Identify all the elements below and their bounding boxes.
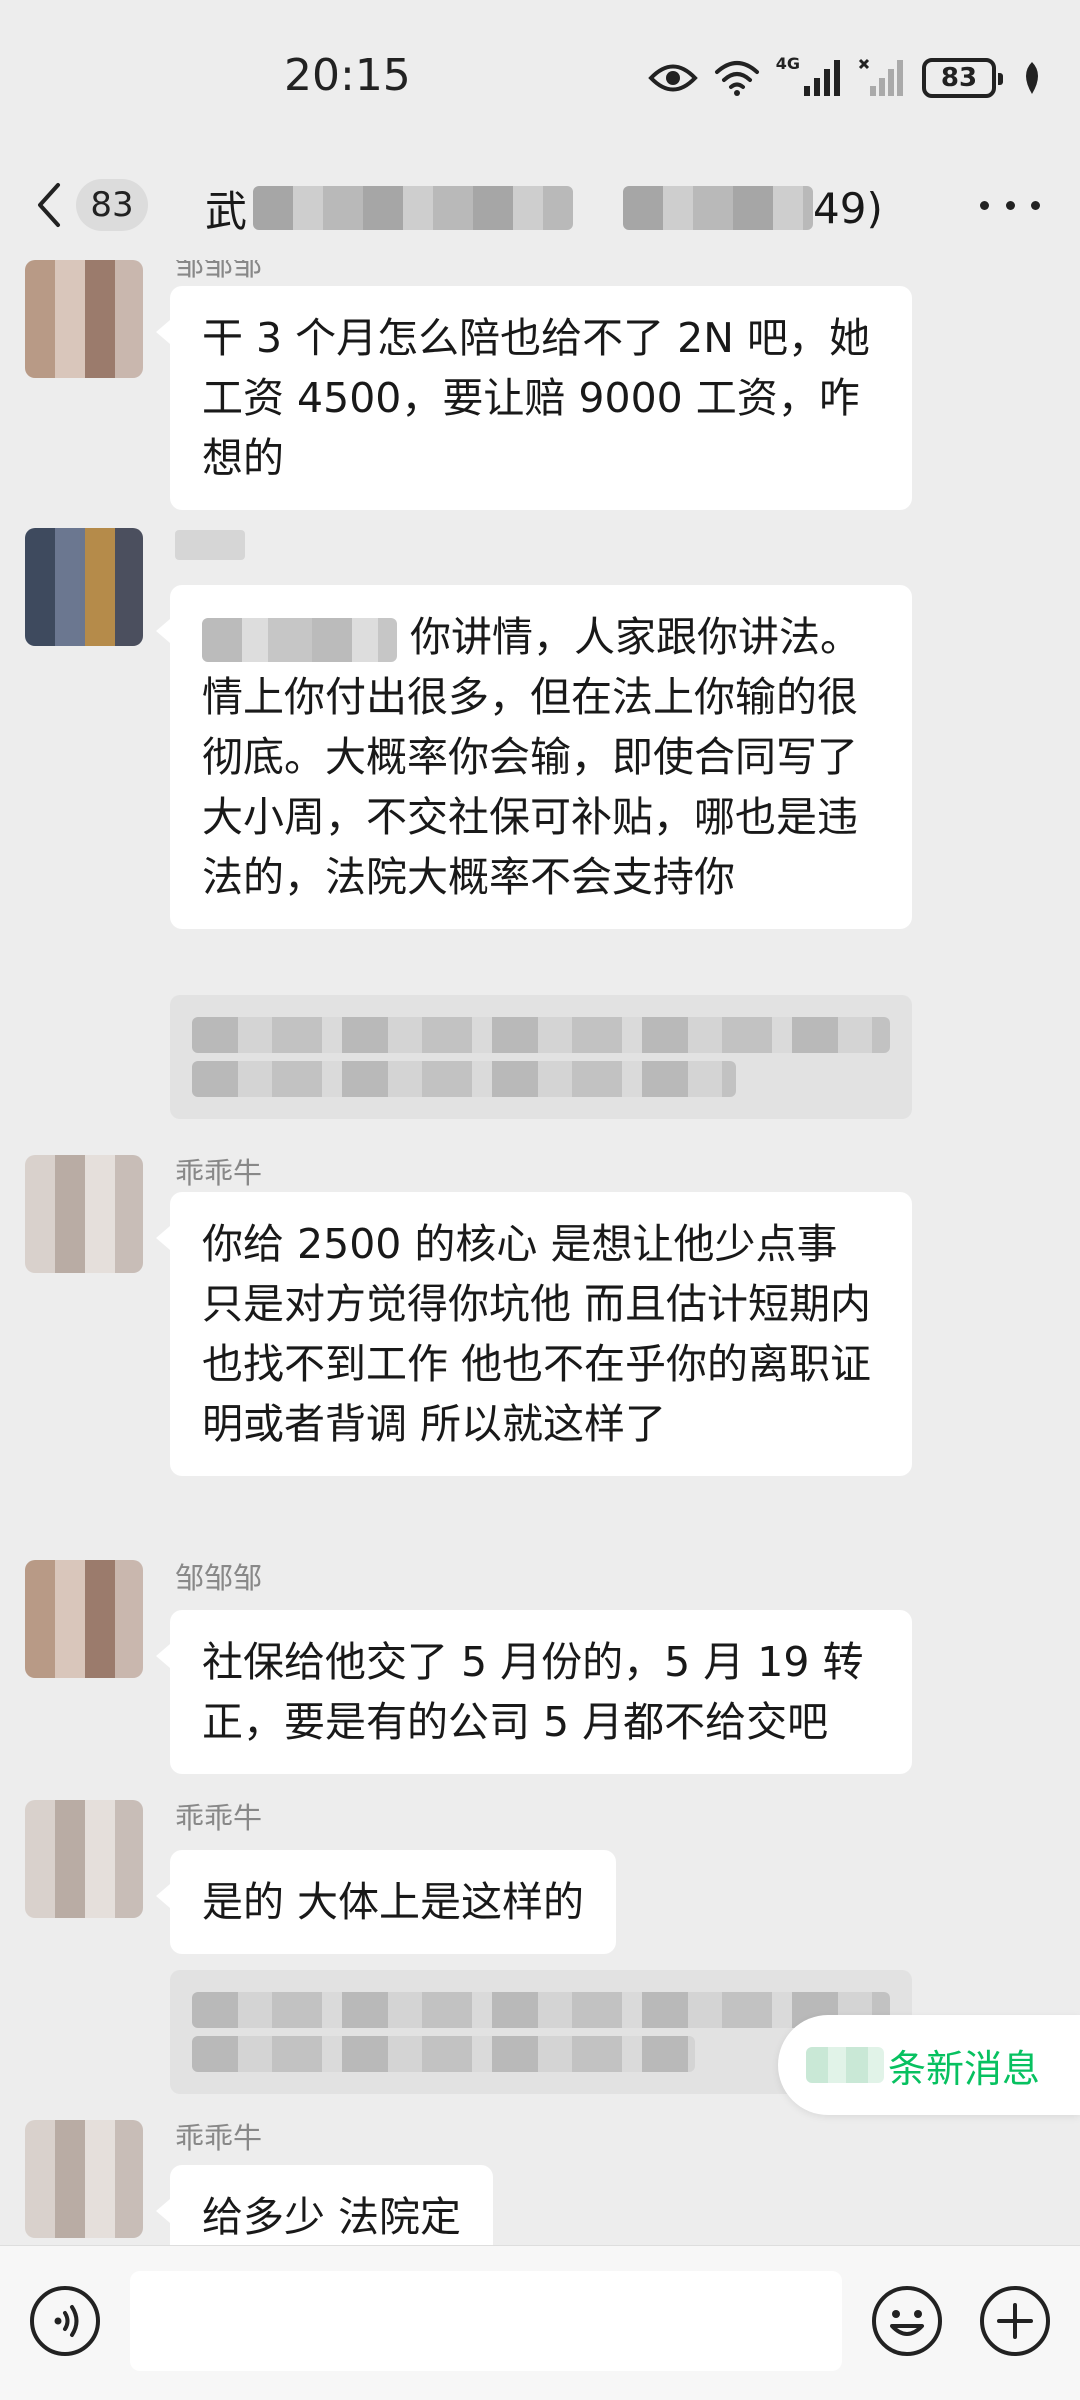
message-list[interactable]: 邹邹邹 干 3 个月怎么陪也给不了 2N 吧，她工资 4500，要让赔 9000… xyxy=(0,260,1080,2245)
avatar[interactable] xyxy=(25,1560,143,1678)
status-time: 20:15 xyxy=(284,50,411,101)
redacted-mention xyxy=(202,618,397,662)
status-bar: 20:15 4G 83 xyxy=(0,0,1080,150)
sender-name-redacted xyxy=(175,530,245,560)
avatar[interactable] xyxy=(25,528,143,646)
redacted-title xyxy=(253,186,574,230)
wifi-icon xyxy=(714,61,759,96)
plus-button[interactable] xyxy=(978,2284,1052,2358)
input-bar xyxy=(0,2245,1080,2400)
message-bubble[interactable]: 是的 大体上是这样的 xyxy=(155,1850,617,1954)
avatar[interactable] xyxy=(25,2120,143,2238)
voice-button[interactable] xyxy=(28,2284,102,2358)
message-bubble[interactable]: 社保给他交了 5 月份的，5 月 19 转正，要是有的公司 5 月都不给交吧 xyxy=(156,1610,912,1774)
eye-icon xyxy=(647,64,698,92)
quoted-message-redacted[interactable] xyxy=(170,995,912,1119)
avatar[interactable] xyxy=(25,1155,143,1273)
voice-icon xyxy=(30,2286,100,2356)
sender-name: 邹邹邹 xyxy=(175,1561,263,1595)
chat-title-start: 武 xyxy=(205,186,248,236)
unread-count-badge: 83 xyxy=(76,179,148,231)
plus-icon xyxy=(980,2286,1050,2356)
signal-off-icon xyxy=(858,58,903,96)
avatar[interactable] xyxy=(25,260,143,378)
message-bubble[interactable]: 干 3 个月怎么陪也给不了 2N 吧，她工资 4500，要让赔 9000 工资，… xyxy=(156,286,912,510)
sender-name: 乖乖牛 xyxy=(175,1156,263,1190)
network-type-label: 4G xyxy=(775,54,800,73)
message-bubble[interactable]: 你讲情，人家跟你讲法。情上你付出很多，但在法上你输的很彻底。大概率你会输，即使合… xyxy=(156,585,912,929)
chat-title: 武 49) xyxy=(205,178,883,238)
more-dots-icon xyxy=(980,200,989,210)
sender-name: 乖乖牛 xyxy=(175,1801,263,1835)
battery-indicator: 83 xyxy=(922,58,1003,98)
sender-name: 邹邹邹 xyxy=(175,260,263,282)
redacted-title xyxy=(623,186,814,230)
chat-title-end: 49) xyxy=(813,183,883,233)
sender-name: 乖乖牛 xyxy=(175,2121,263,2155)
signal-icon xyxy=(804,60,840,96)
leaf-icon xyxy=(1026,62,1038,94)
new-messages-button[interactable]: 条新消息 xyxy=(777,2015,1080,2115)
chat-header: 83 武 49) xyxy=(0,150,1080,260)
more-button[interactable] xyxy=(980,180,1040,230)
redacted-count xyxy=(805,2047,884,2083)
emoji-button[interactable] xyxy=(870,2284,944,2358)
message-bubble[interactable]: 你给 2500 的核心 是想让他少点事 只是对方觉得你坑他 而且估计短期内也找不… xyxy=(156,1192,912,1476)
new-messages-label: 条新消息 xyxy=(887,2046,1040,2091)
status-icons: 4G 83 xyxy=(647,54,1044,100)
message-input[interactable] xyxy=(130,2271,842,2371)
emoji-icon xyxy=(872,2286,942,2356)
back-button[interactable]: 83 xyxy=(36,170,176,240)
message-bubble[interactable]: 给多少 法院定 xyxy=(155,2165,494,2245)
chevron-left-icon xyxy=(38,183,60,227)
avatar[interactable] xyxy=(25,1800,143,1918)
